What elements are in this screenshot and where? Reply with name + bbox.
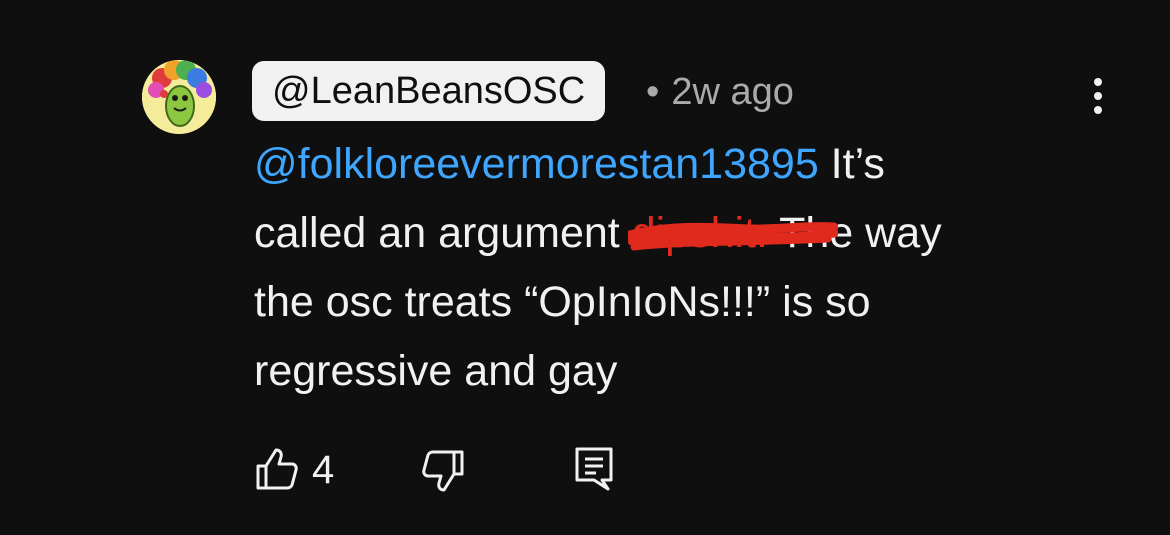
comment-body: @folkloreevermorestan13895 It’s called a… [254, 130, 1114, 406]
thumbs-down-icon[interactable] [420, 448, 466, 494]
like-count: 4 [312, 448, 335, 492]
mention-link[interactable]: @folkloreevermorestan13895 [254, 140, 819, 188]
thumbs-up-icon[interactable] [254, 446, 300, 492]
meta-separator: • [646, 71, 660, 113]
author-name[interactable]: @LeanBeansOSC [252, 61, 606, 121]
comment-meta: • 2w ago [646, 68, 794, 116]
reply-comment-icon[interactable] [574, 446, 614, 492]
more-dot [1094, 78, 1102, 86]
red-scribble-censor [627, 222, 838, 251]
avatar[interactable] [142, 60, 216, 134]
more-dot [1094, 92, 1102, 100]
avatar-image [142, 60, 216, 134]
censored-word: dipshit. [627, 199, 838, 268]
more-dot [1094, 106, 1102, 114]
comment-thread: @LeanBeansOSC • 2w ago @folkloreevermores… [0, 0, 1170, 535]
more-vertical-icon[interactable] [1082, 74, 1114, 118]
comment-timestamp[interactable]: 2w ago [671, 71, 794, 113]
